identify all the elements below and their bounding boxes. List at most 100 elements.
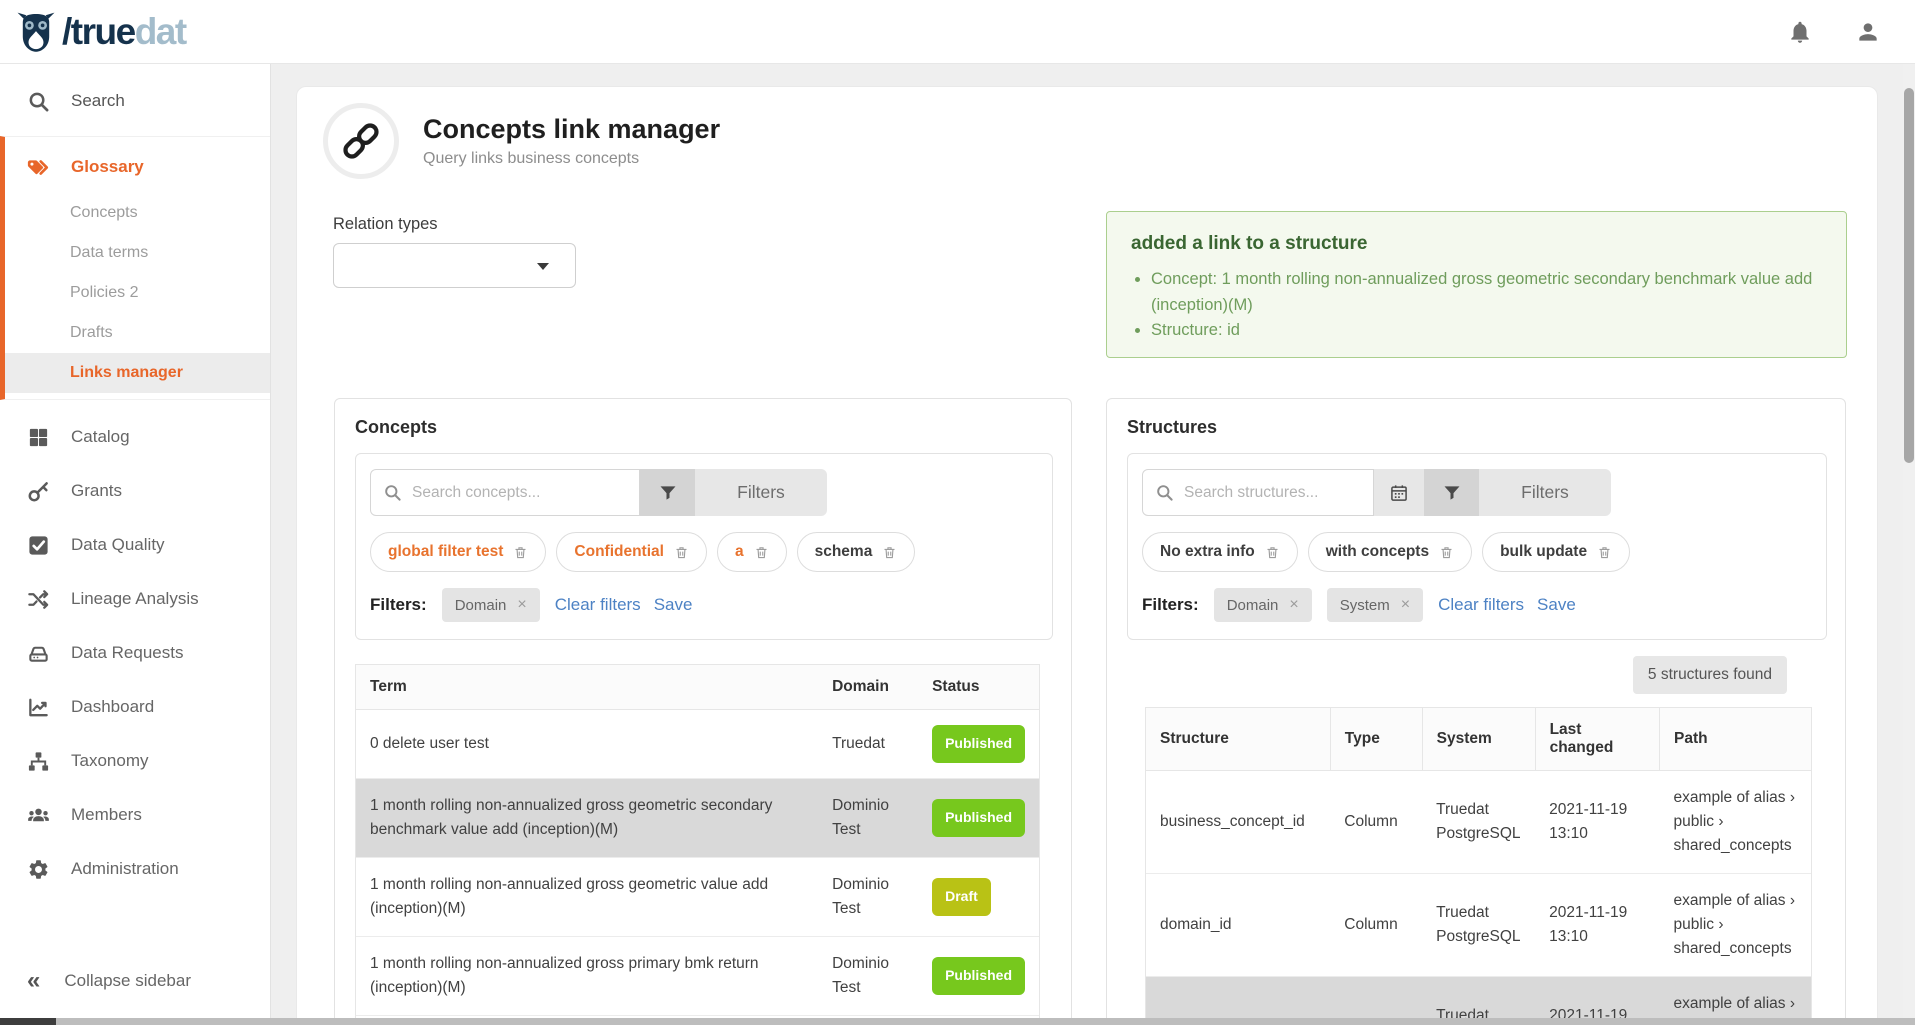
vertical-scrollbar[interactable] bbox=[1903, 64, 1915, 1025]
sidebar-item-data-terms[interactable]: Data terms bbox=[5, 233, 270, 273]
notification-title: added a link to a structure bbox=[1131, 233, 1820, 255]
sidebar-item-data-quality[interactable]: Data Quality bbox=[0, 518, 270, 572]
applied-filters-label: Filters: bbox=[1142, 595, 1199, 615]
trash-icon[interactable] bbox=[754, 545, 769, 560]
column-header-term: Term bbox=[356, 665, 819, 710]
sidebar-item-dashboard[interactable]: Dashboard bbox=[0, 680, 270, 734]
structures-filters-button[interactable]: Filters bbox=[1479, 469, 1611, 516]
chart-line-icon bbox=[27, 696, 50, 719]
column-header-system: System bbox=[1422, 708, 1535, 771]
sidebar-item-policies[interactable]: Policies 2 bbox=[5, 273, 270, 313]
trash-icon[interactable] bbox=[882, 545, 897, 560]
filter-chip[interactable]: global filter test bbox=[370, 532, 546, 572]
concepts-filter-funnel-button[interactable] bbox=[640, 469, 695, 516]
filter-chip[interactable]: bulk update bbox=[1482, 532, 1630, 572]
clear-filters-link[interactable]: Clear filters bbox=[555, 595, 641, 615]
structures-search-input[interactable] bbox=[1184, 484, 1361, 502]
sitemap-icon bbox=[27, 750, 50, 773]
search-icon bbox=[1155, 483, 1174, 502]
trash-icon[interactable] bbox=[1597, 545, 1612, 560]
status-badge: Published bbox=[932, 725, 1025, 763]
chevron-down-icon bbox=[537, 263, 549, 270]
shuffle-icon bbox=[27, 588, 50, 611]
sidebar-item-links-manager[interactable]: Links manager bbox=[5, 353, 270, 393]
sidebar-item-administration[interactable]: Administration bbox=[0, 842, 270, 896]
tag-icon bbox=[27, 156, 50, 179]
logo-text: /truedat bbox=[62, 13, 186, 50]
clear-filters-link[interactable]: Clear filters bbox=[1438, 595, 1524, 615]
bell-icon[interactable] bbox=[1787, 19, 1813, 45]
sidebar-item-catalog[interactable]: Catalog bbox=[0, 410, 270, 464]
concepts-panel: Concepts Filters global filter test Conf… bbox=[334, 398, 1072, 1025]
concept-row[interactable]: 1 month rolling non-annualized gross pri… bbox=[356, 936, 1040, 1015]
save-filters-link[interactable]: Save bbox=[654, 595, 693, 615]
page-title: Concepts link manager bbox=[423, 114, 720, 145]
concept-row[interactable]: 1 month rolling non-annualized gross geo… bbox=[356, 778, 1040, 857]
sidebar-item-lineage-analysis[interactable]: Lineage Analysis bbox=[0, 572, 270, 626]
users-icon bbox=[27, 804, 50, 827]
applied-filter-domain[interactable]: Domain× bbox=[1214, 588, 1312, 622]
structures-panel: Structures Filters No extra info with co… bbox=[1106, 398, 1846, 1025]
sidebar-item-label: Search bbox=[71, 91, 125, 111]
trash-icon[interactable] bbox=[513, 545, 528, 560]
notification-item: Concept: 1 month rolling non-annualized … bbox=[1151, 267, 1820, 318]
sidebar-item-concepts[interactable]: Concepts bbox=[5, 193, 270, 233]
results-count-badge: 5 structures found bbox=[1633, 656, 1787, 694]
filter-chip[interactable]: schema bbox=[797, 532, 916, 572]
sidebar-item-data-requests[interactable]: Data Requests bbox=[0, 626, 270, 680]
structures-filter-funnel-button[interactable] bbox=[1424, 469, 1479, 516]
owl-logo-icon bbox=[14, 10, 58, 54]
trash-icon[interactable] bbox=[674, 545, 689, 560]
trash-icon[interactable] bbox=[1439, 545, 1454, 560]
sidebar-item-members[interactable]: Members bbox=[0, 788, 270, 842]
structures-table: Structure Type System Last changed Path … bbox=[1145, 707, 1812, 1025]
structures-calendar-button[interactable] bbox=[1374, 469, 1424, 516]
structures-filter-box: Filters No extra info with concepts bulk… bbox=[1127, 453, 1827, 640]
user-icon[interactable] bbox=[1855, 19, 1881, 45]
sidebar-item-grants[interactable]: Grants bbox=[0, 464, 270, 518]
structures-panel-title: Structures bbox=[1127, 417, 1845, 438]
filter-chip[interactable]: a bbox=[717, 532, 787, 572]
filter-chip[interactable]: Confidential bbox=[556, 532, 707, 572]
horizontal-scrollbar-thumb[interactable] bbox=[0, 1018, 56, 1025]
concepts-filters-button[interactable]: Filters bbox=[695, 469, 827, 516]
concepts-table: Term Domain Status 0 delete user test Tr… bbox=[355, 664, 1040, 1025]
close-icon[interactable]: × bbox=[517, 596, 526, 614]
structures-search-field[interactable] bbox=[1142, 469, 1374, 516]
relation-types-select[interactable] bbox=[333, 243, 576, 288]
sidebar-item-drafts[interactable]: Drafts bbox=[5, 313, 270, 353]
sidebar-item-glossary[interactable]: Glossary bbox=[5, 141, 270, 193]
vertical-scrollbar-thumb[interactable] bbox=[1904, 88, 1914, 463]
filter-chip[interactable]: No extra info bbox=[1142, 532, 1298, 572]
concepts-filter-box: Filters global filter test Confidential … bbox=[355, 453, 1053, 640]
sidebar-item-taxonomy[interactable]: Taxonomy bbox=[0, 734, 270, 788]
applied-filter-system[interactable]: System× bbox=[1327, 588, 1423, 622]
concepts-search-field[interactable] bbox=[370, 469, 640, 516]
relation-types-label: Relation types bbox=[333, 215, 576, 234]
status-badge: Draft bbox=[932, 878, 991, 916]
collapse-sidebar-button[interactable]: « Collapse sidebar bbox=[0, 958, 270, 1004]
close-icon[interactable]: × bbox=[1401, 596, 1410, 614]
structure-row[interactable]: business_concept_id Column Truedat Postg… bbox=[1146, 771, 1812, 874]
filter-chip[interactable]: with concepts bbox=[1308, 532, 1472, 572]
column-header-path: Path bbox=[1660, 708, 1812, 771]
concept-row[interactable]: 0 delete user test Truedat Published bbox=[356, 710, 1040, 779]
structure-row[interactable]: domain_id Column Truedat PostgreSQL 2021… bbox=[1146, 874, 1812, 977]
horizontal-scrollbar[interactable] bbox=[0, 1018, 1915, 1025]
concepts-panel-title: Concepts bbox=[355, 417, 1071, 438]
page-subtitle: Query links business concepts bbox=[423, 150, 720, 168]
drive-icon bbox=[27, 642, 50, 665]
chevron-double-left-icon: « bbox=[27, 969, 40, 993]
close-icon[interactable]: × bbox=[1289, 596, 1298, 614]
applied-filter-domain[interactable]: Domain× bbox=[442, 588, 540, 622]
save-filters-link[interactable]: Save bbox=[1537, 595, 1576, 615]
sidebar-item-search[interactable]: Search bbox=[0, 76, 270, 126]
truedat-logo[interactable]: /truedat bbox=[14, 10, 186, 54]
table-header-row: Term Domain Status bbox=[356, 665, 1040, 710]
column-header-structure: Structure bbox=[1146, 708, 1331, 771]
funnel-icon bbox=[1442, 483, 1462, 503]
concept-row[interactable]: 1 month rolling non-annualized gross geo… bbox=[356, 857, 1040, 936]
trash-icon[interactable] bbox=[1265, 545, 1280, 560]
concepts-search-input[interactable] bbox=[412, 484, 627, 502]
top-bar: /truedat bbox=[0, 0, 1915, 64]
